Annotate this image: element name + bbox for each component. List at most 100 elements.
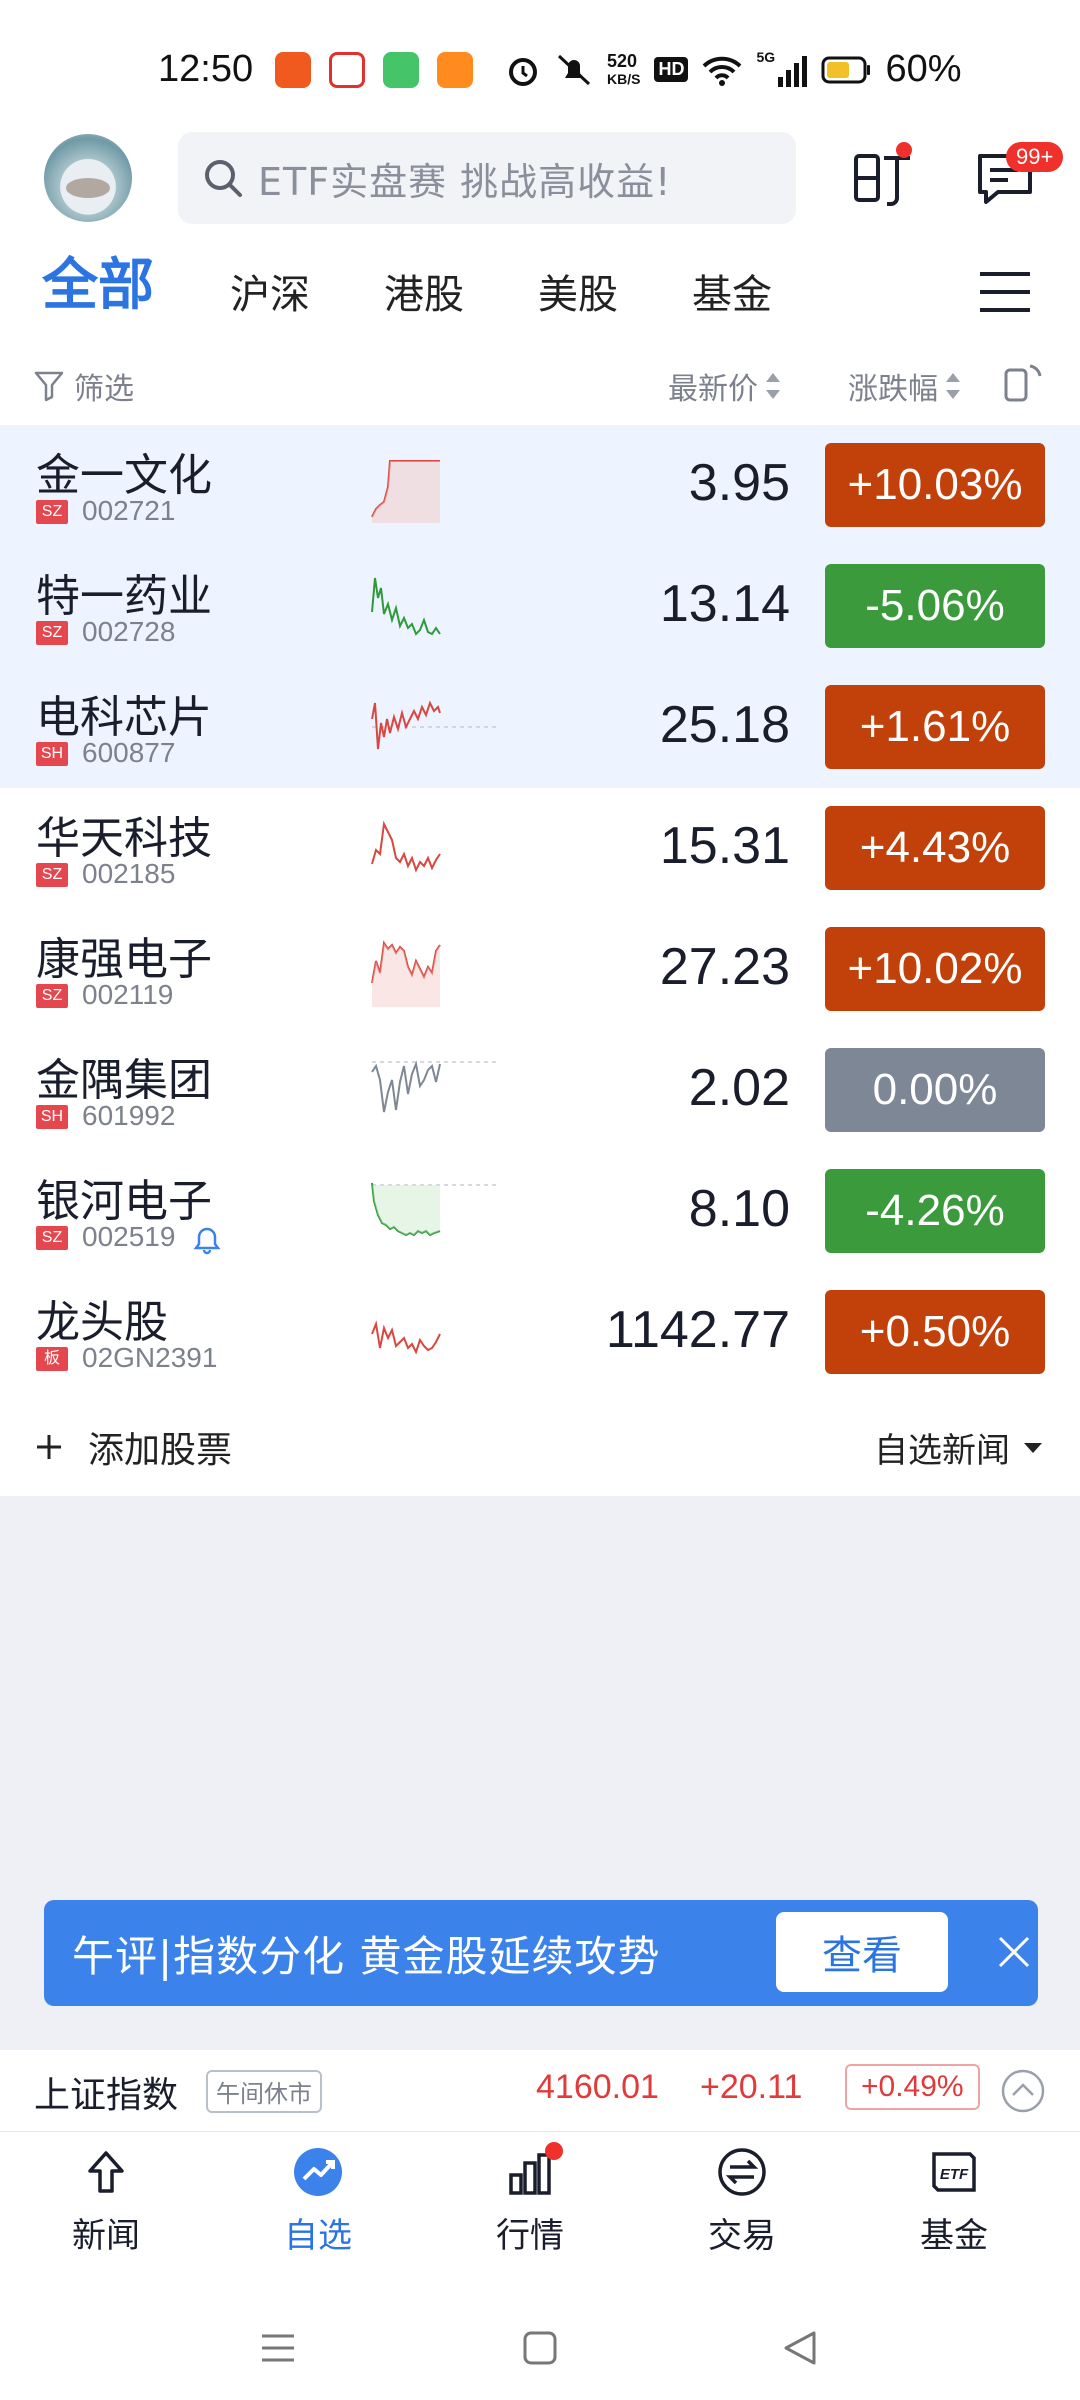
watchlist-news-dropdown[interactable]: 自选新闻	[874, 1423, 1044, 1472]
stock-row[interactable]: 金一文化 SZ 002721 3.95 +10.03%	[0, 425, 1080, 546]
stock-row[interactable]: 银河电子 SZ 002519 8.10 -4.26%	[0, 1151, 1080, 1272]
stock-code: 002721	[82, 495, 176, 526]
status-bar: 12:50 520 KB/S HD 5G 60%	[0, 0, 1080, 130]
filter-button[interactable]: 筛选	[34, 364, 134, 408]
net-speed-value: 520	[607, 50, 638, 71]
bell-icon[interactable]	[192, 1225, 222, 1255]
home-icon[interactable]	[520, 2328, 560, 2368]
system-icons: 520 KB/S HD 5G 60%	[505, 48, 962, 91]
stock-name: 康强电子	[36, 934, 212, 985]
avatar[interactable]	[44, 134, 132, 222]
stock-code: 002119	[82, 979, 174, 1010]
news-banner[interactable]: 午评|指数分化 黄金股延续攻势 查看	[44, 1900, 1038, 2006]
filter-icon	[34, 371, 64, 402]
stock-price: 2.02	[688, 1059, 790, 1117]
nav-market[interactable]: 行情	[460, 2142, 600, 2257]
change-header-label: 涨跌幅	[848, 372, 938, 407]
search-bar[interactable]: ETF实盘赛 挑战高收益!	[178, 132, 796, 224]
stock-code: 601992	[82, 1100, 176, 1131]
stock-change[interactable]: +10.03%	[825, 443, 1045, 527]
stock-row[interactable]: 金隅集团 SH 601992 2.02 0.00%	[0, 1030, 1080, 1151]
market-tag: SZ	[36, 500, 68, 524]
stock-price: 27.23	[659, 938, 790, 996]
market-tag: 板	[36, 1347, 68, 1371]
stock-list: 金一文化 SZ 002721 3.95 +10.03% 特一药业 SZ 0027…	[0, 425, 1080, 1393]
caret-down-icon	[1024, 1442, 1042, 1453]
stock-row[interactable]: 龙头股 板 02GN2391 1142.77 +0.50%	[0, 1272, 1080, 1393]
stock-name: 电科芯片	[36, 692, 212, 743]
stock-change[interactable]: 0.00%	[825, 1048, 1045, 1132]
stock-row[interactable]: 康强电子 SZ 002119 27.23 +10.02%	[0, 909, 1080, 1030]
svg-text:ETF: ETF	[940, 2166, 969, 2183]
stock-code: 002728	[82, 616, 176, 647]
stock-change[interactable]: +10.02%	[825, 927, 1045, 1011]
stock-row[interactable]: 电科芯片 SH 600877 25.18 +1.61%	[0, 667, 1080, 788]
nav-trade[interactable]: 交易	[672, 2142, 812, 2257]
expand-up-icon[interactable]	[1000, 2068, 1046, 2114]
stock-change[interactable]: -5.06%	[825, 564, 1045, 648]
system-nav-bar	[0, 2272, 1080, 2400]
signal-icon: 5G	[756, 49, 808, 87]
top-header: ETF实盘赛 挑战高收益! 99+	[0, 130, 1080, 240]
price-sort-header[interactable]: 最新价	[668, 364, 780, 408]
change-sort-header[interactable]: 涨跌幅	[848, 364, 960, 408]
nav-fund-label: 基金	[920, 2216, 988, 2256]
nav-market-label: 行情	[496, 2216, 564, 2256]
recent-apps-icon[interactable]	[258, 2328, 298, 2368]
back-icon[interactable]	[780, 2328, 820, 2368]
sparkline	[371, 577, 441, 636]
stock-row[interactable]: 特一药业 SZ 002728 13.14 -5.06%	[0, 546, 1080, 667]
tab-all[interactable]: 全部	[42, 240, 154, 321]
app-root: 12:50 520 KB/S HD 5G 60% ETF实盘赛 挑战高收益! 9…	[0, 0, 1080, 2400]
stock-code: 002185	[82, 858, 176, 889]
menu-icon[interactable]	[978, 270, 1032, 314]
market-tag: SZ	[36, 984, 68, 1008]
add-stock-label: 添加股票	[88, 1430, 233, 1471]
tab-hk[interactable]: 港股	[384, 262, 464, 320]
nav-news-label: 新闻	[72, 2216, 140, 2256]
nav-fund[interactable]: ETF 基金	[884, 2142, 1024, 2257]
index-name: 上证指数	[34, 2075, 179, 2116]
wifi-icon	[703, 56, 742, 86]
nav-watchlist[interactable]: 自选	[248, 2142, 388, 2257]
sort-icon	[946, 373, 960, 399]
banner-text: 午评|指数分化 黄金股延续攻势	[72, 1931, 661, 1981]
tab-hushen[interactable]: 沪深	[230, 262, 310, 320]
sparkline	[371, 1060, 498, 1113]
sparkline	[371, 1320, 441, 1355]
nav-news[interactable]: 新闻	[36, 2142, 176, 2257]
notification-icons	[275, 52, 473, 88]
hd-icon: HD	[654, 57, 689, 82]
stock-change[interactable]: +0.50%	[825, 1290, 1045, 1374]
index-percent: +0.49%	[845, 2064, 980, 2110]
add-stock-button[interactable]: 添加股票	[34, 1421, 232, 1473]
tab-us[interactable]: 美股	[538, 262, 618, 320]
tab-fund[interactable]: 基金	[692, 262, 772, 320]
list-footer: 添加股票 自选新闻	[0, 1393, 1080, 1496]
sparkline	[371, 820, 441, 873]
battery-percent: 60%	[885, 48, 962, 90]
index-ticker[interactable]: 上证指数 午间休市 4160.01 +20.11 +0.49%	[0, 2050, 1080, 2132]
stock-change[interactable]: +1.61%	[825, 685, 1045, 769]
stock-price: 8.10	[688, 1180, 790, 1238]
stock-price: 1142.77	[605, 1301, 790, 1359]
close-icon[interactable]	[994, 1932, 1034, 1972]
stock-change[interactable]: -4.26%	[825, 1169, 1045, 1253]
notification-app-icon-2	[329, 52, 365, 88]
rotate-icon[interactable]	[1000, 360, 1046, 406]
banner-view-button[interactable]: 查看	[776, 1912, 948, 1992]
stock-price: 13.14	[659, 575, 790, 633]
net-speed-unit: KB/S	[607, 70, 641, 87]
stock-name: 金一文化	[36, 450, 212, 501]
stock-price: 25.18	[659, 696, 790, 754]
stock-row[interactable]: 华天科技 SZ 002185 15.31 +4.43%	[0, 788, 1080, 909]
etf-icon: ETF	[932, 2152, 976, 2192]
notification-app-icon-3	[383, 52, 419, 88]
watch-button[interactable]	[850, 142, 920, 214]
stock-change[interactable]: +4.43%	[825, 806, 1045, 890]
status-time: 12:50	[158, 48, 254, 90]
stock-name: 金隅集团	[36, 1055, 212, 1106]
sparkline	[371, 460, 440, 523]
nav-trade-label: 交易	[708, 2216, 776, 2256]
message-badge: 99+	[1006, 142, 1064, 172]
